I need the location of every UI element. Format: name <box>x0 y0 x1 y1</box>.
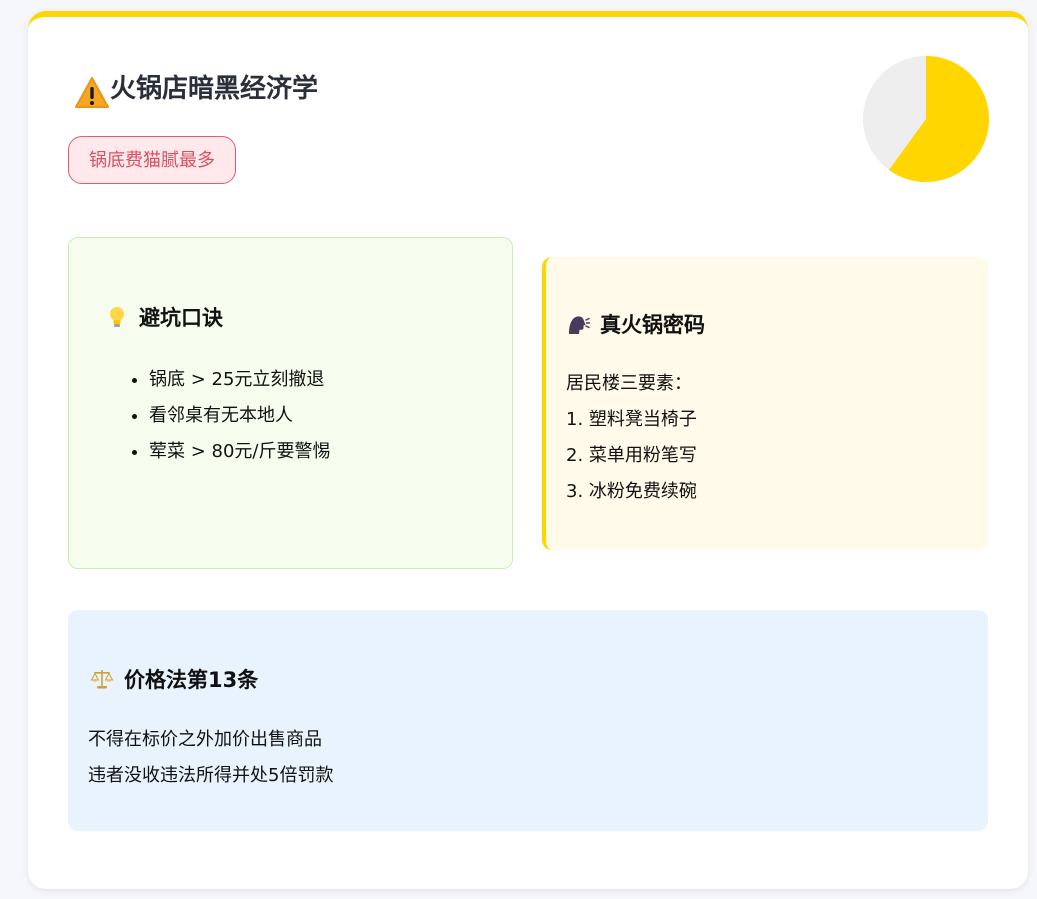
secret-lines: 居民楼三要素： 1. 塑料凳当椅子 2. 菜单用粉笔写 3. 冰粉免费续碗 <box>566 366 697 510</box>
list-item: 荤菜 > 80元/斤要警惕 <box>149 434 331 470</box>
tips-heading-text: 避坑口诀 <box>139 306 223 330</box>
list-item: 看邻桌有无本地人 <box>149 398 331 434</box>
speaking-head-icon <box>569 316 590 334</box>
secret-line: 1. 塑料凳当椅子 <box>566 409 697 430</box>
tips-heading: 避坑口诀 <box>105 302 223 332</box>
secret-line: 2. 菜单用粉笔写 <box>566 445 697 466</box>
lightbulb-icon <box>110 307 124 327</box>
secret-panel: 真火锅密码 居民楼三要素： 1. 塑料凳当椅子 2. 菜单用粉笔写 3. 冰粉免… <box>542 257 988 550</box>
tips-list: 锅底 > 25元立刻撤退 看邻桌有无本地人 荤菜 > 80元/斤要警惕 <box>127 362 331 470</box>
law-lines: 不得在标价之外加价出售商品 违者没收违法所得并处5倍罚款 <box>88 722 333 794</box>
list-item: 锅底 > 25元立刻撤退 <box>149 362 331 398</box>
balance-scale-icon <box>90 670 114 689</box>
secret-line: 3. 冰粉免费续碗 <box>566 481 697 502</box>
warning-icon <box>75 76 109 108</box>
page-title-text: 火锅店暗黑经济学 <box>110 74 319 104</box>
law-line: 违者没收违法所得并处5倍罚款 <box>88 765 334 786</box>
law-heading: 价格法第13条 <box>90 664 258 694</box>
law-panel: 价格法第13条 不得在标价之外加价出售商品 违者没收违法所得并处5倍罚款 <box>68 610 988 831</box>
pie-indicator <box>863 56 989 182</box>
status-badge: 锅底费猫腻最多 <box>68 136 236 184</box>
page-title: 火锅店暗黑经济学 <box>74 68 319 108</box>
law-line: 不得在标价之外加价出售商品 <box>88 729 322 750</box>
secret-heading: 真火锅密码 <box>566 309 705 339</box>
main-card: 火锅店暗黑经济学 锅底费猫腻最多 避坑口诀 锅底 > 25元立刻撤退 看邻桌有无… <box>28 11 1028 889</box>
secret-line: 居民楼三要素： <box>566 373 692 394</box>
tips-panel: 避坑口诀 锅底 > 25元立刻撤退 看邻桌有无本地人 荤菜 > 80元/斤要警惕 <box>68 237 513 569</box>
law-heading-text: 价格法第13条 <box>124 668 259 692</box>
secret-heading-text: 真火锅密码 <box>600 313 705 337</box>
